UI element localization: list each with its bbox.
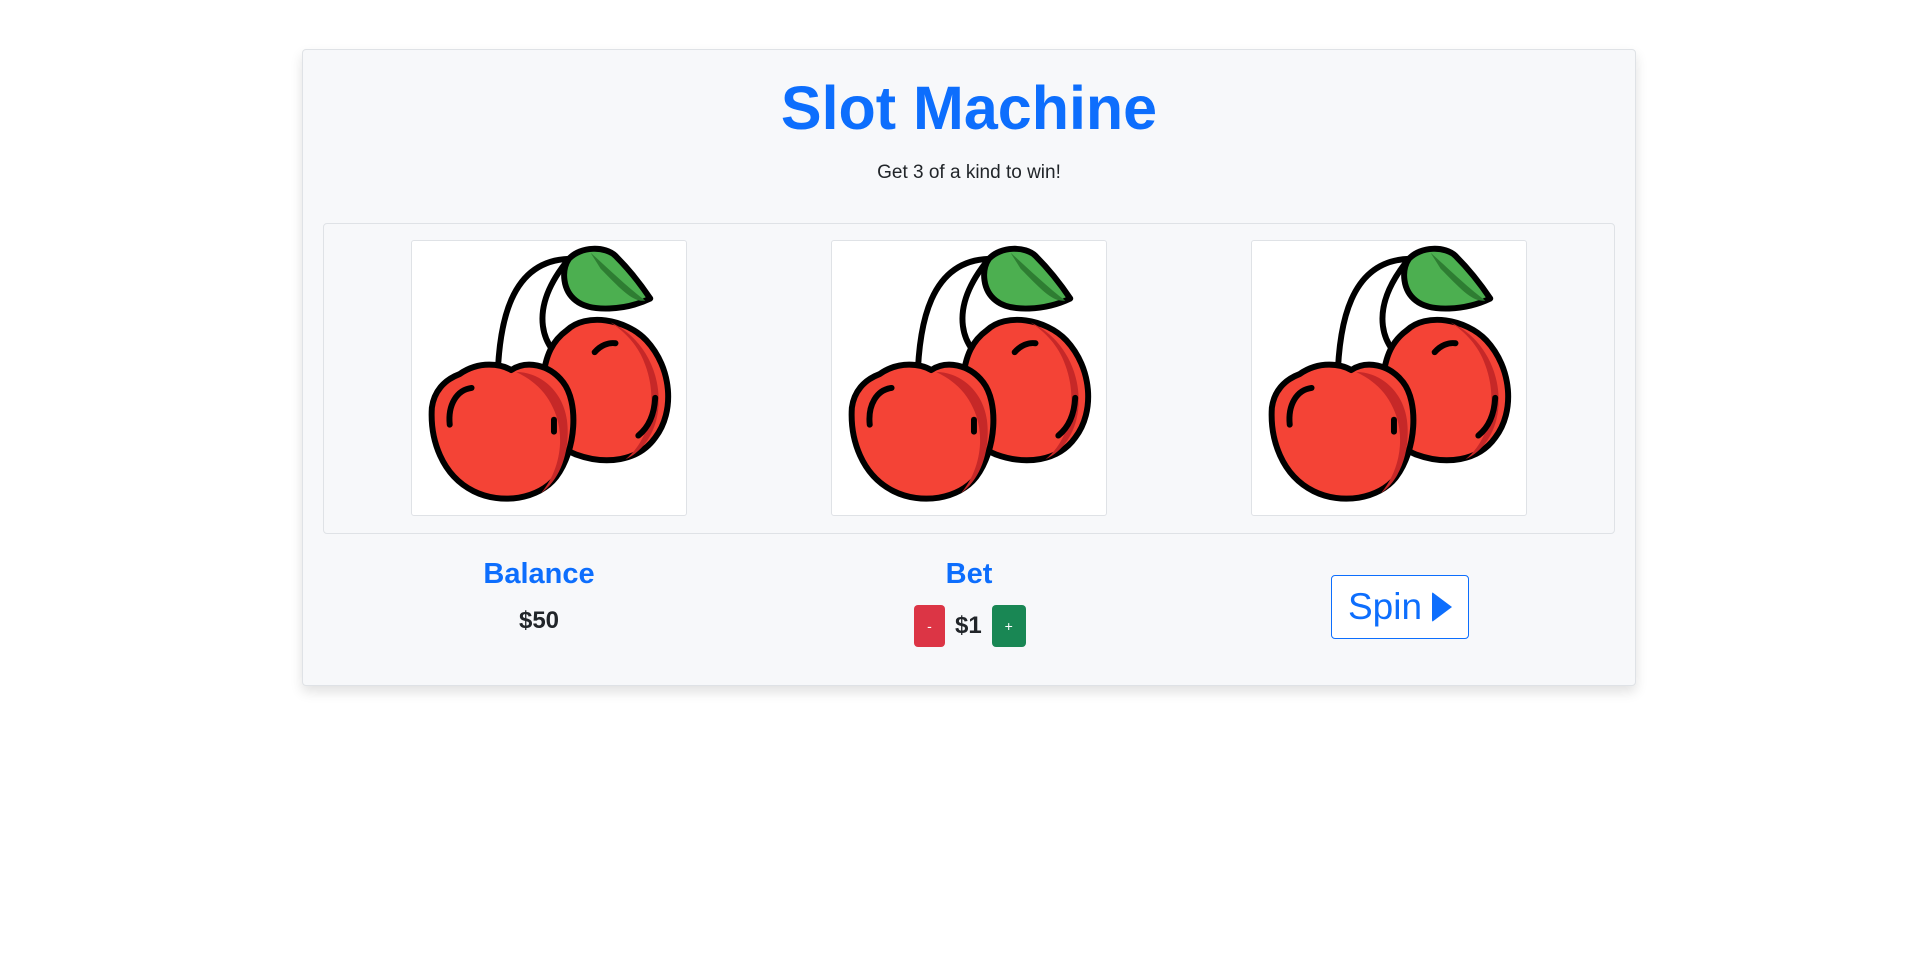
cherries-icon <box>1252 241 1526 515</box>
bet-value: $1 <box>955 612 982 639</box>
slot-machine-card: Slot Machine Get 3 of a kind to win! Bal… <box>302 49 1636 686</box>
decrease-bet-button[interactable]: - <box>914 605 945 647</box>
bet-controls: - $1 + <box>914 605 1026 647</box>
balance-label: Balance <box>483 558 595 590</box>
spin-label: Spin <box>1347 586 1423 627</box>
reel-3 <box>1251 240 1527 516</box>
play-icon <box>1432 592 1453 622</box>
balance-value: $50 <box>518 607 560 634</box>
page-subtitle: Get 3 of a kind to win! <box>877 162 1061 183</box>
reels-panel <box>323 223 1615 534</box>
reel-1 <box>411 240 687 516</box>
bet-label: Bet <box>945 558 993 590</box>
spin-button[interactable]: Spin <box>1331 575 1469 639</box>
cherries-icon <box>832 241 1106 515</box>
cherries-icon <box>412 241 686 515</box>
page-title: Slot Machine <box>780 74 1158 142</box>
reel-2 <box>831 240 1107 516</box>
increase-bet-button[interactable]: + <box>991 605 1026 647</box>
